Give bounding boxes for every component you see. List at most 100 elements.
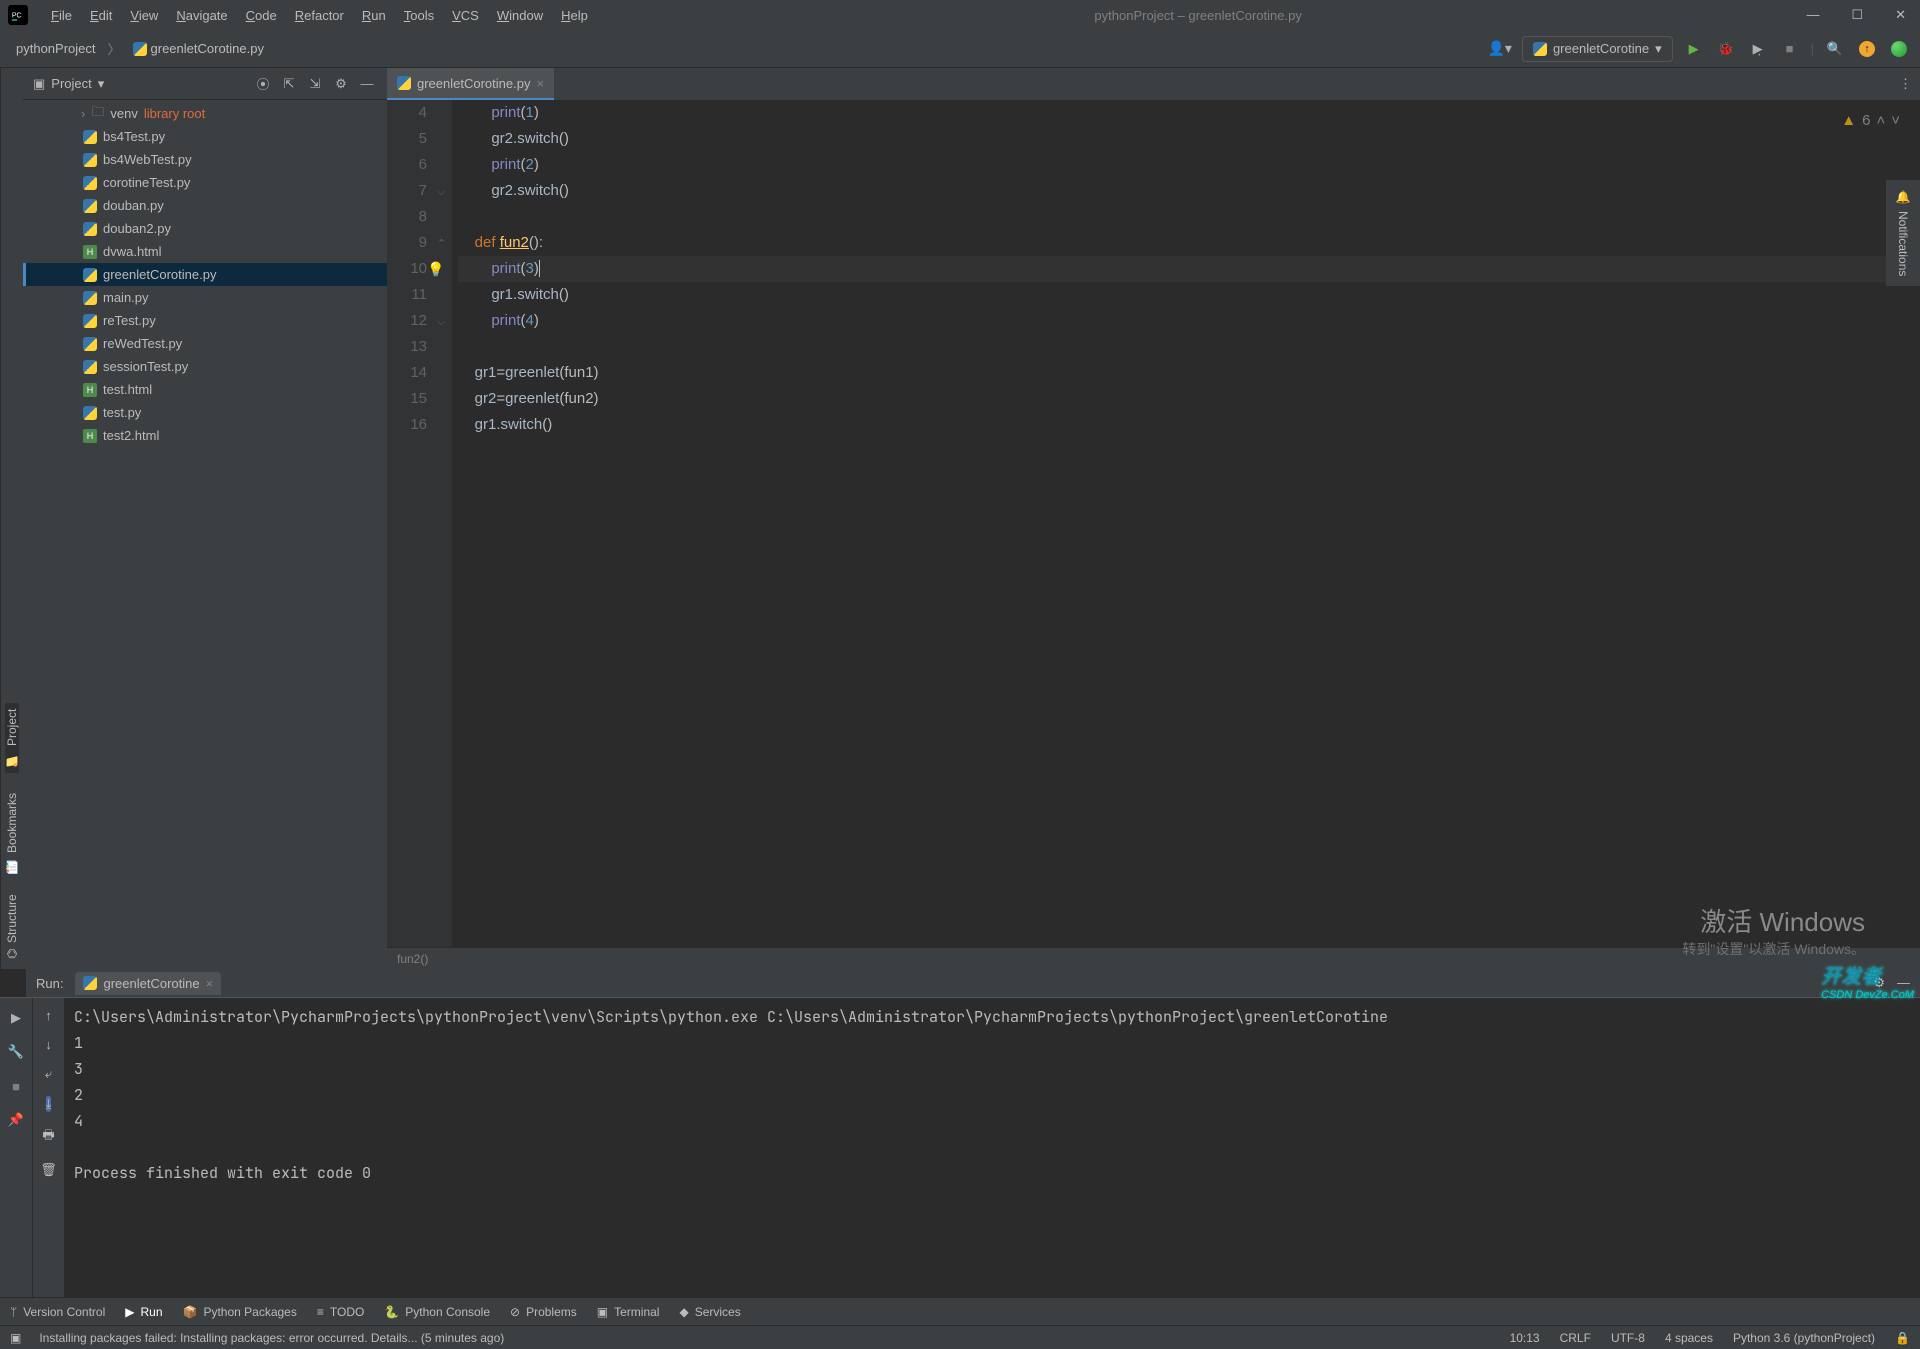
status-line-separator[interactable]: CRLF — [1560, 1331, 1591, 1345]
run-with-coverage-button[interactable]: ▶̣ — [1747, 38, 1769, 60]
collapse-all-icon[interactable]: ⇲ — [305, 74, 325, 94]
code-line[interactable]: print(4) — [458, 308, 1920, 334]
run-configuration-selector[interactable]: greenletCorotine ▾ — [1522, 36, 1673, 62]
structure-tool-tab[interactable]: ⌬Structure — [5, 894, 19, 959]
code-line[interactable]: gr2=greenlet(fun2) — [458, 386, 1920, 412]
notifications-tool-tab[interactable]: 🔔 Notifications — [1886, 180, 1920, 286]
tree-file-corotineTest-py[interactable]: corotineTest.py — [23, 171, 387, 194]
status-encoding[interactable]: UTF-8 — [1611, 1331, 1645, 1345]
status-indent[interactable]: 4 spaces — [1665, 1331, 1713, 1345]
tree-file-bs4WebTest-py[interactable]: bs4WebTest.py — [23, 148, 387, 171]
hide-panel-icon[interactable] — [357, 74, 377, 94]
code-line[interactable]: 💡 print(3) — [458, 256, 1920, 282]
soft-wrap-icon[interactable]: ⤶ — [45, 1066, 52, 1082]
rerun-button[interactable]: ▶ — [6, 1008, 26, 1028]
status-icon[interactable]: ▣ — [10, 1331, 21, 1345]
delete-icon[interactable]: 🗑 — [40, 1162, 57, 1178]
code-line[interactable] — [458, 334, 1920, 360]
tree-file-test-html[interactable]: Htest.html — [23, 378, 387, 401]
menu-file[interactable]: File — [43, 4, 80, 27]
project-tree[interactable]: › 🗀 venv library root bs4Test.pybs4WebTe… — [23, 100, 387, 969]
stop-run-button[interactable]: ■ — [6, 1076, 26, 1096]
prev-highlight-icon[interactable]: ˄ — [1876, 108, 1885, 134]
tree-file-bs4Test-py[interactable]: bs4Test.py — [23, 125, 387, 148]
down-stack-icon[interactable]: ↓ — [45, 1037, 52, 1052]
menu-refactor[interactable]: Refactor — [287, 4, 352, 27]
close-button[interactable]: ✕ — [1889, 5, 1912, 25]
menu-run[interactable]: Run — [354, 4, 394, 27]
code-content[interactable]: print(1) gr2.switch() print(2) gr2.switc… — [452, 100, 1920, 947]
code-line[interactable]: gr2.switch() — [458, 178, 1920, 204]
status-message[interactable]: Installing packages failed: Installing p… — [39, 1331, 504, 1345]
bottom-tab-version-control[interactable]: ᛘVersion Control — [10, 1305, 105, 1319]
menu-edit[interactable]: Edit — [82, 4, 120, 27]
venv-folder[interactable]: › 🗀 venv library root — [23, 102, 387, 125]
status-time[interactable]: 10:13 — [1510, 1331, 1540, 1345]
pin-tab-icon[interactable]: 📌 — [6, 1110, 26, 1130]
code-with-me-icon[interactable] — [1888, 38, 1910, 60]
status-lock-icon[interactable]: 🔒 — [1895, 1331, 1910, 1345]
print-icon[interactable]: 🖶 — [42, 1126, 54, 1148]
inspection-widget[interactable]: ▲ 6 ˄ ˅ — [1841, 108, 1900, 134]
code-line[interactable]: gr1.switch() — [458, 282, 1920, 308]
code-editor[interactable]: 45678910111213141516 ⌵⌃⌵ print(1) gr2.sw… — [387, 100, 1920, 947]
tree-file-test2-html[interactable]: Htest2.html — [23, 424, 387, 447]
status-interpreter[interactable]: Python 3.6 (pythonProject) — [1733, 1331, 1875, 1345]
menu-code[interactable]: Code — [238, 4, 285, 27]
bottom-tab-terminal[interactable]: ▣Terminal — [597, 1305, 660, 1319]
code-line[interactable]: gr1=greenlet(fun1) — [458, 360, 1920, 386]
code-line[interactable]: print(2) — [458, 152, 1920, 178]
run-tab-greenletcorotine[interactable]: greenletCorotine × — [75, 972, 221, 995]
debug-button[interactable]: 🐞 — [1715, 38, 1737, 60]
tree-file-greenletCorotine-py[interactable]: greenletCorotine.py — [23, 263, 387, 286]
bottom-tab-todo[interactable]: ≡TODO — [317, 1305, 364, 1319]
code-line[interactable]: print(1) — [458, 100, 1920, 126]
menu-window[interactable]: Window — [489, 4, 551, 27]
expand-all-icon[interactable]: ⇱ — [279, 74, 299, 94]
user-icon[interactable]: 👤▾ — [1487, 40, 1511, 57]
bottom-tab-python-console[interactable]: 🐍Python Console — [384, 1305, 490, 1319]
close-tab-icon[interactable]: × — [536, 76, 544, 91]
code-line[interactable] — [458, 204, 1920, 230]
menu-vcs[interactable]: VCS — [444, 4, 487, 27]
panel-settings-icon[interactable] — [331, 74, 351, 94]
modify-run-config-icon[interactable]: 🔧 — [6, 1042, 26, 1062]
maximize-button[interactable]: ☐ — [1845, 5, 1869, 25]
tree-file-reTest-py[interactable]: reTest.py — [23, 309, 387, 332]
code-line[interactable]: def fun2(): — [458, 230, 1920, 256]
scroll-to-end-icon[interactable]: ⤓ — [46, 1096, 52, 1112]
tree-file-douban-py[interactable]: douban.py — [23, 194, 387, 217]
close-run-tab-icon[interactable]: × — [206, 976, 214, 991]
stop-button[interactable]: ■ — [1779, 38, 1801, 60]
editor-more-icon[interactable]: ⋮ — [1891, 76, 1920, 92]
bottom-tab-run[interactable]: ▶Run — [125, 1305, 162, 1319]
run-console-output[interactable]: C:\Users\Administrator\PycharmProjects\p… — [64, 998, 1920, 1297]
tree-file-test-py[interactable]: test.py — [23, 401, 387, 424]
breadcrumb-item[interactable]: pythonProject — [10, 37, 102, 60]
bottom-tab-services[interactable]: ◆Services — [679, 1305, 740, 1319]
project-tool-tab[interactable]: 📁Project — [5, 703, 19, 773]
locate-file-icon[interactable]: ⦿ — [253, 74, 273, 94]
menu-help[interactable]: Help — [553, 4, 596, 27]
tree-file-sessionTest-py[interactable]: sessionTest.py — [23, 355, 387, 378]
tree-file-main-py[interactable]: main.py — [23, 286, 387, 309]
tree-file-douban2-py[interactable]: douban2.py — [23, 217, 387, 240]
bottom-tab-python-packages[interactable]: 📦Python Packages — [183, 1305, 297, 1319]
updates-available-icon[interactable]: ↑ — [1856, 38, 1878, 60]
chevron-down-icon[interactable]: ▾ — [98, 76, 105, 92]
function-breadcrumb[interactable]: fun2() — [397, 952, 428, 966]
tree-file-dvwa-html[interactable]: Hdvwa.html — [23, 240, 387, 263]
next-highlight-icon[interactable]: ˅ — [1891, 108, 1900, 134]
tree-file-reWedTest-py[interactable]: reWedTest.py — [23, 332, 387, 355]
run-button[interactable]: ▶ — [1683, 38, 1705, 60]
minimize-button[interactable]: — — [1800, 5, 1825, 25]
code-line[interactable]: gr2.switch() — [458, 126, 1920, 152]
bottom-tab-problems[interactable]: ⊘Problems — [510, 1305, 577, 1319]
project-panel-title[interactable]: Project — [51, 76, 91, 91]
editor-tab-greenletcorotine[interactable]: greenletCorotine.py × — [387, 68, 554, 100]
search-everywhere-button[interactable]: 🔍 — [1824, 38, 1846, 60]
menu-view[interactable]: View — [122, 4, 166, 27]
breadcrumb-item[interactable]: greenletCorotine.py — [127, 37, 270, 60]
bookmarks-tool-tab[interactable]: 📑Bookmarks — [5, 793, 19, 874]
menu-navigate[interactable]: Navigate — [168, 4, 235, 27]
